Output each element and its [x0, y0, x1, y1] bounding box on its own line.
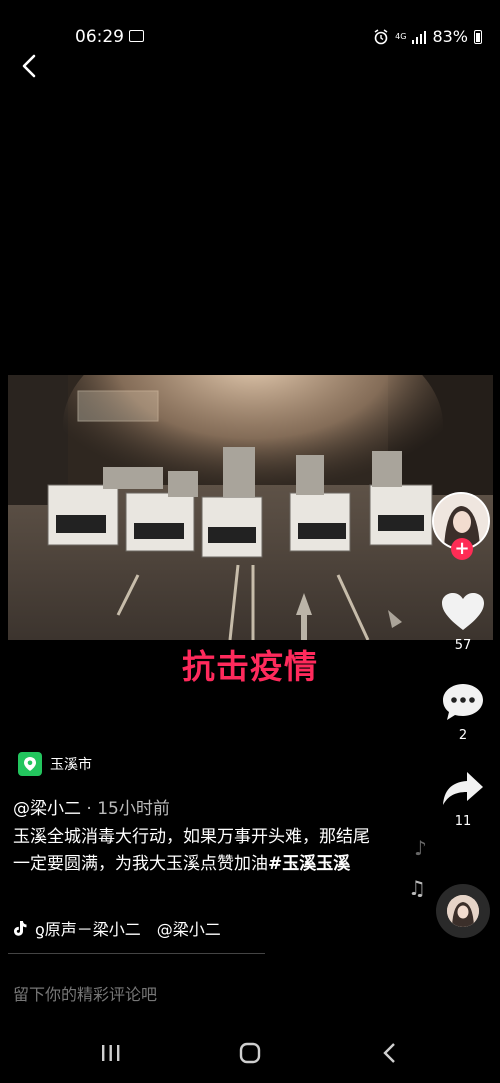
video-frame-image — [8, 375, 493, 640]
status-bar: 06:29 4G 83% — [0, 0, 500, 70]
image-notification-icon — [129, 30, 144, 42]
comment-button[interactable]: 2 — [430, 682, 496, 743]
network-type: 4G — [395, 31, 407, 41]
music-note-icon: ♫ — [408, 876, 426, 900]
heart-icon — [442, 593, 484, 630]
hashtag-link[interactable]: #玉溪玉溪 — [268, 854, 350, 874]
author-name[interactable]: @梁小二 — [13, 799, 81, 819]
status-indicators: 4G 83% — [373, 27, 482, 46]
location-pin-icon — [18, 752, 42, 776]
music-disc-avatar — [447, 895, 479, 927]
like-button[interactable]: 57 — [430, 592, 496, 653]
music-disc[interactable] — [436, 884, 490, 938]
alarm-icon — [374, 28, 388, 44]
music-info[interactable]: ƍ原声－梁小二 @梁小二 — [13, 916, 263, 940]
post-description: 玉溪全城消毒大行动，如果万事开头难，那结尾一定要圆满，为我大玉溪点赞加油#玉溪玉… — [13, 824, 383, 878]
music-note-icon: ♪ — [414, 836, 427, 860]
battery-icon — [474, 29, 482, 44]
author-line: @梁小二 · 15小时前 — [13, 794, 170, 819]
recent-apps-icon[interactable] — [96, 1042, 126, 1064]
like-count: 57 — [454, 638, 472, 653]
comment-count: 2 — [458, 728, 468, 743]
share-count: 11 — [454, 814, 472, 829]
nav-back-icon[interactable] — [376, 1042, 406, 1064]
divider — [8, 953, 265, 954]
video-player[interactable] — [8, 375, 493, 640]
comment-input[interactable]: 留下你的精彩评论吧 — [13, 981, 157, 1005]
location-label: 玉溪市 — [50, 757, 92, 773]
back-icon[interactable] — [16, 52, 44, 80]
share-button[interactable]: 11 — [430, 770, 496, 829]
music-title: ƍ原声－梁小二 @梁小二 — [35, 920, 221, 939]
follow-button[interactable]: + — [451, 538, 473, 560]
location-tag[interactable]: 玉溪市 — [18, 752, 92, 776]
tiktok-logo-icon — [14, 921, 27, 936]
system-navigation-bar — [0, 1020, 500, 1083]
post-time: · 15小时前 — [81, 799, 170, 819]
comment-icon — [443, 684, 483, 720]
share-icon — [443, 772, 483, 805]
battery-percent: 83% — [432, 27, 468, 46]
home-icon[interactable] — [235, 1042, 265, 1064]
video-caption: 抗击疫情 — [182, 647, 318, 686]
status-time: 06:29 — [75, 27, 124, 47]
signal-icon — [412, 30, 427, 44]
